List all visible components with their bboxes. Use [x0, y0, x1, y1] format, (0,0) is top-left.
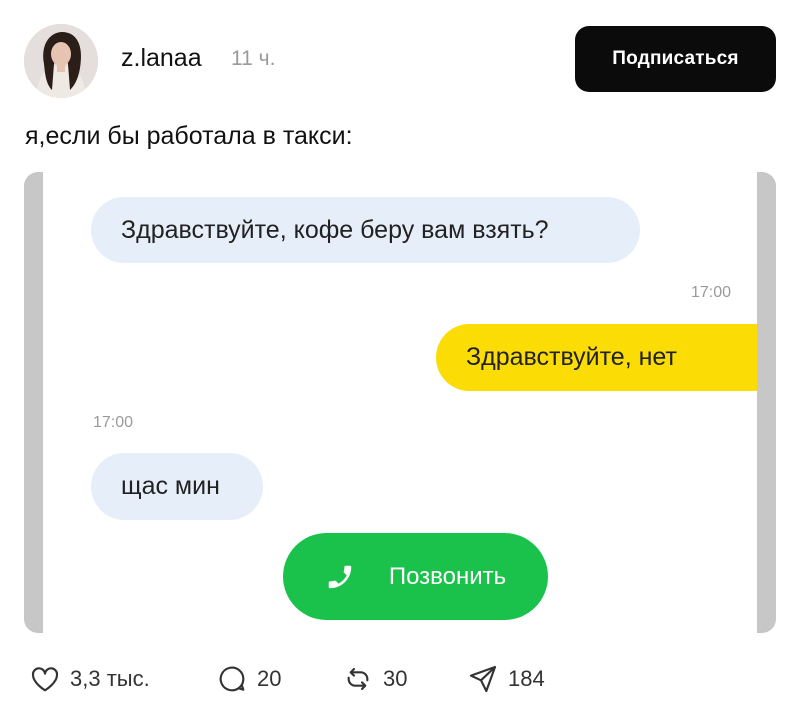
post-text: я,если бы работала в такси: [25, 122, 353, 150]
avatar[interactable] [24, 24, 98, 98]
repost-count: 30 [383, 666, 408, 691]
share-button[interactable]: 184 [466, 663, 545, 695]
repost-button[interactable]: 30 [341, 663, 407, 695]
heart-icon [31, 667, 59, 692]
call-button: Позвонить [283, 533, 548, 620]
post-time: 11 ч. [231, 47, 276, 70]
share-count: 184 [508, 666, 545, 691]
call-label: Позвонить [388, 562, 507, 590]
like-button[interactable]: 3,3 тыс. [28, 663, 150, 695]
post-image[interactable]: Здравствуйте, кофе беру вам взять? 17:00… [24, 172, 776, 633]
username[interactable]: z.lanaa [121, 44, 202, 73]
message-bubble-outgoing: Здравствуйте, нет [436, 324, 757, 391]
send-icon [469, 665, 497, 693]
phone-icon [325, 562, 355, 592]
comment-icon [219, 666, 245, 692]
chat-screenshot: Здравствуйте, кофе беру вам взять? 17:00… [43, 172, 757, 633]
post-header: z.lanaa 11 ч. Подписаться [0, 0, 800, 115]
like-count: 3,3 тыс. [70, 666, 150, 691]
follow-button[interactable]: Подписаться [575, 26, 776, 92]
repost-icon [347, 667, 369, 691]
message-bubble-incoming: щас мин [91, 453, 263, 520]
reply-count: 20 [257, 666, 282, 691]
message-timestamp: 17:00 [93, 414, 134, 431]
message-timestamp: 17:00 [691, 284, 732, 301]
message-bubble-incoming: Здравствуйте, кофе беру вам взять? [91, 197, 640, 263]
reply-button[interactable]: 20 [215, 663, 281, 695]
post-actions: 3,3 тыс. 20 30 184 [0, 655, 800, 705]
